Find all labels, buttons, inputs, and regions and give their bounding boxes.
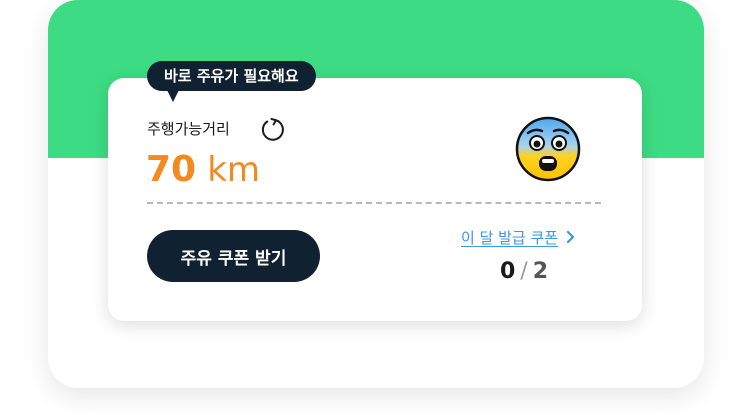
coupon-used-count: 0	[499, 259, 516, 284]
tooltip-tail	[167, 90, 179, 102]
coupon-count-separator: /	[520, 259, 528, 284]
card-divider	[147, 202, 601, 204]
fearful-face-emoji-icon	[515, 116, 581, 182]
range-label: 주행가능거리	[147, 120, 230, 138]
coupon-count: 0/2	[461, 258, 587, 286]
refresh-icon[interactable]	[259, 116, 287, 144]
get-fuel-coupon-button[interactable]: 주유 쿠폰 받기	[147, 230, 320, 282]
monthly-coupon-link[interactable]: 이 달 발급 쿠폰	[461, 228, 575, 248]
monthly-coupon-link-label: 이 달 발급 쿠폰	[461, 229, 559, 247]
chevron-right-icon	[567, 230, 575, 244]
coupon-total-count: 2	[532, 259, 549, 284]
range-unit: km	[207, 150, 261, 190]
fuel-alert-tooltip: 바로 주유가 필요해요	[147, 61, 316, 91]
range-number: 70	[146, 149, 197, 190]
range-value: 70 km	[146, 148, 260, 198]
